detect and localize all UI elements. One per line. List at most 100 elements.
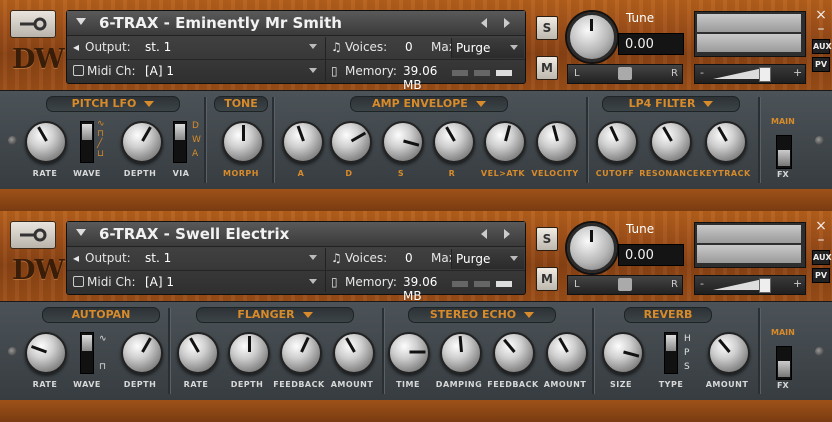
solo-button[interactable]: S [536,227,558,251]
volume-plus[interactable]: + [793,277,802,290]
flanger-amount-knob[interactable] [333,332,375,374]
reverb-size-knob[interactable] [602,332,644,374]
tune-value: 0.00 [625,248,654,263]
reverb-amount-knob[interactable] [708,332,750,374]
velocity-knob[interactable] [536,121,578,163]
collapse-icon[interactable] [76,18,86,25]
pv-button[interactable]: PV [812,57,830,72]
pv-button[interactable]: PV [812,268,830,283]
mute-button[interactable]: M [536,56,558,80]
knob-label: AMOUNT [543,380,587,389]
volume-handle[interactable] [759,278,771,293]
volume-minus[interactable]: - [700,66,704,79]
divider [67,270,525,271]
midi-value: [A] 1 [145,64,175,78]
volume-handle[interactable] [759,67,771,82]
output-selector[interactable]: ◂ Output: st. 1 [73,248,323,268]
pan-slider[interactable]: L R [567,64,683,84]
vel-atk-knob[interactable] [484,121,526,163]
tune-knob[interactable] [567,223,617,273]
memory-icon: ▯ [331,275,338,289]
env-release-knob[interactable] [433,121,475,163]
reverb-type-switch[interactable] [664,332,678,374]
pan-slider[interactable]: L R [567,275,683,295]
close-icon[interactable]: × [810,8,832,22]
voices-label: Voices: [345,40,388,54]
tune-value-field[interactable]: 0.00 [618,33,684,55]
pan-handle[interactable] [618,67,632,80]
volume-slider[interactable]: - + [694,275,806,295]
prev-instrument-icon[interactable] [481,229,487,239]
fx-switch[interactable] [776,346,792,380]
dw-logo: DW [12,44,65,75]
midi-channel-selector[interactable]: Midi Ch: [A] 1 [73,272,323,292]
filter-resonance-knob[interactable] [650,121,692,163]
section-amp-envelope[interactable]: AMP ENVELOPE [350,96,508,112]
purge-label: Purge [456,41,491,55]
dw-logo: DW [12,255,65,286]
autopan-wave-switch[interactable] [80,332,94,374]
volume-minus[interactable]: - [700,277,704,290]
tone-morph-knob[interactable] [222,121,264,163]
divider [272,97,275,183]
autopan-rate-knob[interactable] [25,332,67,374]
main-label: MAIN [771,117,795,126]
lfo-depth-knob[interactable] [121,121,163,163]
lfo-rate-knob[interactable] [25,121,67,163]
mute-button[interactable]: M [536,267,558,291]
wrench-icon[interactable] [10,221,56,249]
next-instrument-icon[interactable] [504,229,510,239]
env-decay-knob[interactable] [330,121,372,163]
chevron-down-icon [703,101,714,107]
output-selector[interactable]: ◂ Output: st. 1 [73,37,323,57]
tune-value-field[interactable]: 0.00 [618,244,684,266]
section-lp4-filter[interactable]: LP4 FILTER [602,96,740,112]
echo-amount-knob[interactable] [546,332,588,374]
solo-button[interactable]: S [536,16,558,40]
purge-menu[interactable]: Purge [451,249,524,269]
flanger-rate-knob[interactable] [177,332,219,374]
section-stereo-echo[interactable]: STEREO ECHO [408,307,556,323]
echo-feedback-knob[interactable] [493,332,535,374]
instrument-name[interactable]: 6-TRAX - Eminently Mr Smith [99,14,342,32]
chevron-down-icon [302,312,313,318]
prev-instrument-icon[interactable] [481,18,487,28]
lfo-wave-switch[interactable] [80,121,94,163]
chevron-down-icon [144,101,155,107]
fx-switch[interactable] [776,135,792,169]
reverb-type-options: H P S [684,334,691,372]
filter-cutoff-knob[interactable] [596,121,638,163]
instrument-name[interactable]: 6-TRAX - Swell Electrix [99,225,289,243]
aux-button[interactable]: AUX [812,39,832,54]
via-options: D W A [192,121,201,159]
sine-wave-icon: ∿ [97,119,105,129]
purge-menu[interactable]: Purge [451,38,524,58]
env-attack-knob[interactable] [282,121,324,163]
echo-time-knob[interactable] [388,332,430,374]
minimize-icon[interactable]: – [810,233,832,247]
flanger-feedback-knob[interactable] [280,332,322,374]
volume-plus[interactable]: + [793,66,802,79]
wrench-icon[interactable] [10,10,56,38]
env-sustain-knob[interactable] [382,121,424,163]
echo-damping-knob[interactable] [440,332,482,374]
aux-button[interactable]: AUX [812,250,832,265]
filter-keytrack-knob[interactable] [705,121,747,163]
midi-label: Midi Ch: [87,64,136,78]
purge-label: Purge [456,252,491,266]
autopan-depth-knob[interactable] [121,332,163,374]
tune-knob[interactable] [567,12,617,62]
section-flanger[interactable]: FLANGER [196,307,354,323]
flanger-depth-knob[interactable] [228,332,270,374]
next-instrument-icon[interactable] [504,18,510,28]
midi-channel-selector[interactable]: Midi Ch: [A] 1 [73,61,323,81]
knob-label: AMOUNT [330,380,374,389]
lfo-via-switch[interactable] [173,121,187,163]
volume-slider[interactable]: - + [694,64,806,84]
section-pitch-lfo[interactable]: PITCH LFO [46,96,180,112]
knob-label: DEPTH [123,169,157,178]
close-icon[interactable]: × [810,219,832,233]
minimize-icon[interactable]: – [810,22,832,36]
collapse-icon[interactable] [76,229,86,236]
pan-handle[interactable] [618,278,632,291]
